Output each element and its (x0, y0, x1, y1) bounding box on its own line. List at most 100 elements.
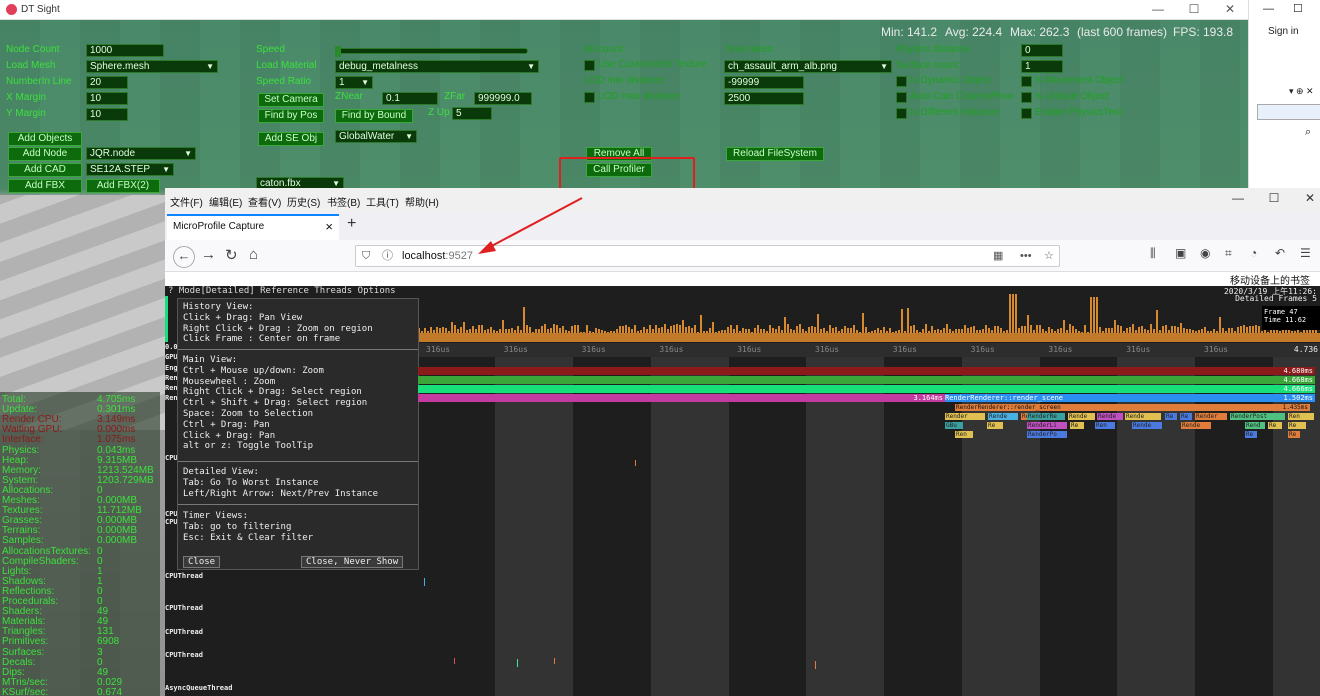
profile-track-magenta[interactable]: 3.164ms (418, 394, 945, 402)
minimize-icon[interactable]: — (1263, 3, 1274, 15)
maximize-icon[interactable]: ☐ (1293, 2, 1303, 15)
dropdown-icon[interactable]: ▾ ⊕ ✕ (1289, 86, 1314, 97)
timer-block[interactable]: Rende (1181, 422, 1211, 429)
timer-block[interactable]: Re (1180, 413, 1192, 420)
close-button[interactable]: ✕ (1212, 0, 1248, 20)
more-icon[interactable]: ••• (1020, 246, 1032, 266)
screenshot-icon[interactable]: ⌗ (1225, 246, 1232, 261)
mobile-bookmarks[interactable]: 移动设备上的书签 (1230, 272, 1320, 287)
auto-calc-checkbox[interactable] (896, 92, 907, 103)
info-icon[interactable]: ⓘ (382, 246, 393, 266)
zfar-input[interactable]: 999999.0 (474, 92, 532, 105)
browser-close-button[interactable]: ✕ (1295, 191, 1320, 205)
cad-file-dropdown[interactable]: SE12A.STEP ▼ (86, 163, 174, 176)
minimize-button[interactable]: — (1140, 0, 1176, 20)
zup-input[interactable]: 5 (452, 107, 492, 120)
timer-block[interactable]: Rende (1097, 413, 1123, 420)
timer-block[interactable]: RenderLi (1027, 422, 1067, 429)
timer-block[interactable]: Re (1288, 431, 1300, 438)
help-close-never-show-button[interactable]: Close, Never Show (301, 556, 404, 568)
timer-block[interactable]: Rende (1132, 422, 1162, 429)
browser-maximize-button[interactable]: ☐ (1259, 191, 1289, 205)
timer-block[interactable]: Ren (1288, 413, 1314, 420)
global-water-dropdown[interactable]: GlobalWater ▼ (335, 130, 417, 143)
enable-physics-checkbox[interactable] (1021, 108, 1032, 119)
profile-track[interactable]: 4.680ms (418, 367, 1315, 375)
timer-block[interactable]: Ren (955, 431, 973, 438)
home-icon[interactable]: ⌂ (249, 246, 258, 263)
render-screen-block[interactable]: RenderRenderer::render_screen 1.435ms (955, 404, 1310, 411)
x-margin-input[interactable]: 10 (86, 92, 128, 105)
new-tab-icon[interactable]: + (347, 215, 356, 233)
lod-min-input[interactable]: -99999 (724, 76, 804, 89)
timer-block[interactable]: Re (987, 422, 1003, 429)
number-in-line-input[interactable]: 20 (86, 76, 128, 89)
timer-block[interactable]: Rende (988, 413, 1018, 420)
timer-block[interactable]: Re (1245, 431, 1257, 438)
find-by-pos-button[interactable]: Find by Pos (258, 109, 324, 123)
timer-block[interactable]: Re (1268, 422, 1282, 429)
library-icon[interactable]: ⫼ (1150, 246, 1156, 261)
load-material-dropdown[interactable]: debug_metalness ▼ (335, 60, 539, 73)
timer-block[interactable]: Render (1195, 413, 1227, 420)
add-fbx2-button[interactable]: Add FBX(2) (86, 179, 160, 193)
menu-file[interactable]: 文件(F) (170, 194, 203, 209)
timer-block[interactable]: Rende (1068, 413, 1095, 420)
timer-block[interactable]: GBu (945, 422, 963, 429)
timer-block[interactable]: Ren (1095, 422, 1115, 429)
find-by-bound-button[interactable]: Find by Bound (335, 109, 413, 123)
sign-in-link[interactable]: Sign in (1268, 26, 1299, 37)
timer-block[interactable]: Re (1070, 422, 1084, 429)
speed-ratio-dropdown[interactable]: 1 ▼ (335, 76, 373, 89)
speed-slider-thumb[interactable] (335, 46, 341, 57)
add-se-obj-button[interactable]: Add SE Obj (258, 132, 324, 146)
menu-icon[interactable]: ☰ (1300, 246, 1311, 260)
microprofile-canvas[interactable]: ? Mode[Detailed] Reference Threads Optio… (165, 286, 1320, 696)
timer-block[interactable]: RenderRe (1027, 413, 1065, 420)
chat-icon[interactable]: ◔ (1250, 246, 1257, 260)
texture-dropdown[interactable]: ch_assault_arm_alb.png ▼ (724, 60, 892, 73)
add-node-button[interactable]: Add Node (8, 147, 82, 161)
menu-tools[interactable]: 工具(T) (366, 194, 399, 209)
timer-block[interactable]: Rend (1245, 422, 1265, 429)
menu-view[interactable]: 查看(V) (248, 194, 281, 209)
lod-max-checkbox[interactable] (584, 92, 595, 103)
profiler-menu[interactable]: ? Mode[Detailed] Reference Threads Optio… (168, 286, 396, 296)
add-objects-button[interactable]: Add Objects (8, 132, 82, 146)
account-icon[interactable]: ◉ (1200, 246, 1210, 260)
timer-block[interactable]: Re (1165, 413, 1177, 420)
toolbar-field[interactable] (1257, 104, 1320, 120)
physics-distance-input[interactable]: 0 (1021, 44, 1063, 57)
speed-slider[interactable] (335, 46, 528, 57)
tab-microprofile[interactable]: MicroProfile Capture × (167, 214, 339, 240)
znear-input[interactable]: 0.1 (382, 92, 438, 105)
is-different-checkbox[interactable] (896, 108, 907, 119)
add-cad-button[interactable]: Add CAD (8, 163, 82, 177)
is-dynamic-checkbox[interactable] (896, 76, 907, 87)
menu-edit[interactable]: 编辑(E) (209, 194, 242, 209)
timer-block[interactable]: Rende (1125, 413, 1161, 420)
tab-close-icon[interactable]: × (325, 216, 333, 238)
profile-track[interactable]: 4.668ms (418, 376, 1315, 384)
lod-max-input[interactable]: 2500 (724, 92, 804, 105)
sidebar-icon[interactable]: ▣ (1175, 246, 1186, 260)
surface-count-input[interactable]: 1 (1021, 60, 1063, 73)
menu-history[interactable]: 历史(S) (287, 194, 320, 209)
qr-icon[interactable]: ▦ (993, 246, 1003, 266)
timer-block[interactable]: Render (945, 413, 985, 420)
undo-icon[interactable]: ↶ (1275, 246, 1285, 260)
timer-block[interactable]: RenderPost (1230, 413, 1285, 420)
menu-bookmarks[interactable]: 书签(B) (327, 194, 360, 209)
is-movement-checkbox[interactable] (1021, 76, 1032, 87)
search-icon[interactable]: ⌕ (1305, 126, 1311, 139)
menu-help[interactable]: 帮助(H) (405, 194, 439, 209)
url-bar[interactable]: ⛉ ⓘ localhost:9527 ▦ ••• ☆ (355, 245, 1060, 267)
node-file-dropdown[interactable]: JQR.node ▼ (86, 147, 196, 160)
reload-filesystem-button[interactable]: Reload FileSystem (726, 147, 824, 161)
time-ruler[interactable]: 316us 316us 316us 316us 316us 316us 316us 316us… (418, 343, 1320, 357)
load-mesh-dropdown[interactable]: Sphere.mesh ▼ (86, 60, 218, 73)
forward-icon[interactable]: → (201, 246, 216, 263)
use-custom-texture-checkbox[interactable] (584, 60, 595, 71)
reload-icon[interactable]: ↻ (225, 246, 238, 264)
browser-minimize-button[interactable]: — (1223, 191, 1253, 205)
